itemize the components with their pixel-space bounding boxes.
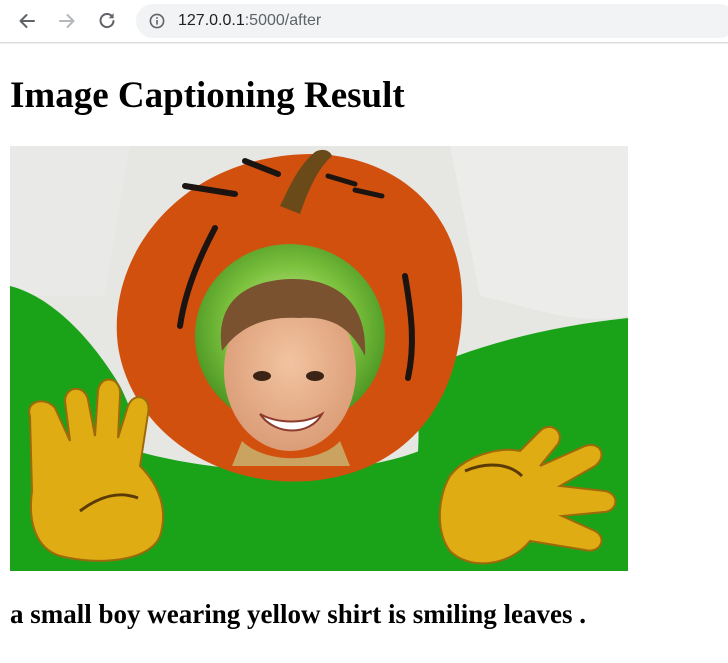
reload-button[interactable] [94,8,120,34]
pumpkin-photo-illustration [10,146,628,571]
url-host: 127.0.0.1 [178,12,245,29]
captioned-image [10,146,628,571]
forward-arrow-icon [59,14,75,28]
page-title: Image Captioning Result [10,75,405,116]
forward-button[interactable] [54,8,80,34]
reload-icon [99,13,115,29]
image-caption: a small boy wearing yellow shirt is smil… [10,599,586,629]
info-icon[interactable] [149,13,165,29]
url-text[interactable]: 127.0.0.1:5000/after [178,12,321,30]
back-arrow-icon [19,14,35,28]
back-button[interactable] [14,8,40,34]
browser-toolbar: 127.0.0.1:5000/after [0,0,728,43]
address-bar[interactable]: 127.0.0.1:5000/after [136,4,728,38]
url-path: :5000/after [244,12,322,29]
